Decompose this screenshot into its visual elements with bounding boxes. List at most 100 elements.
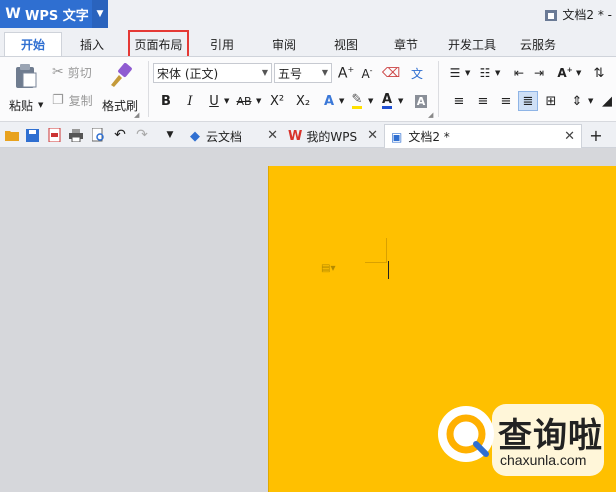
font-color-button[interactable]: A	[378, 92, 396, 110]
align-left-button[interactable]: ≡	[450, 92, 468, 110]
italic-button[interactable]: I	[181, 92, 199, 110]
shading-button[interactable]: ◢	[598, 92, 616, 110]
save-icon[interactable]	[24, 127, 40, 143]
indent-icon: ⇥	[533, 66, 545, 80]
grow-font-button[interactable]: A+	[337, 64, 355, 82]
expand-dialog-icon[interactable]: ◢	[428, 111, 433, 119]
wps-logo-icon: W	[5, 6, 21, 22]
open-folder-icon[interactable]	[4, 127, 20, 143]
expand-dialog-icon[interactable]: ◢	[134, 111, 139, 119]
print-icon[interactable]	[68, 127, 84, 143]
tab-insert[interactable]: 插入	[70, 32, 114, 56]
chevron-down-icon: ▼	[321, 68, 328, 77]
chevron-down-icon[interactable]: ▼	[256, 97, 261, 105]
redo-icon[interactable]: ↷	[134, 127, 150, 143]
chevron-down-icon[interactable]: ▼	[92, 0, 108, 28]
tab-view[interactable]: 视图	[324, 32, 368, 56]
highlight-button[interactable]: ✎	[348, 92, 366, 110]
superscript-button[interactable]: X²	[266, 92, 288, 110]
clear-format-button[interactable]: ⌫	[382, 64, 400, 82]
bullet-list-icon: ☰	[449, 66, 461, 80]
margin-mark	[386, 238, 387, 263]
close-icon[interactable]: ✕	[564, 129, 575, 144]
paragraph-mark-icon: ⇅	[593, 65, 605, 81]
wps-logo-icon: W	[288, 128, 303, 144]
document-title: 文档2 * -	[544, 6, 612, 23]
document-title-text: 文档2 * -	[562, 8, 612, 22]
text-cursor	[388, 261, 389, 279]
chevron-down-icon[interactable]: ▼	[588, 97, 593, 105]
increase-indent-button[interactable]: ⇥	[530, 64, 548, 82]
justify-button[interactable]: ≣	[518, 91, 538, 111]
copy-icon: ❐	[52, 92, 64, 108]
paste-button[interactable]: 粘贴 ▼	[6, 61, 46, 117]
new-tab-icon[interactable]: +	[588, 126, 604, 145]
divider	[438, 61, 439, 117]
app-menu-button[interactable]: W WPS 文字 ▼	[0, 0, 108, 28]
italic-icon: I	[187, 93, 193, 109]
close-icon[interactable]: ✕	[367, 128, 378, 143]
chevron-down-icon[interactable]: ▼	[495, 69, 500, 77]
underline-icon: U	[209, 93, 219, 109]
doc-tab-label: 我的WPS	[306, 129, 358, 144]
text-effect-icon: A	[323, 93, 335, 109]
bold-icon: B	[161, 93, 171, 109]
highlighter-icon: ✎	[351, 92, 363, 109]
shrink-font-button[interactable]: A-	[358, 64, 376, 82]
line-spacing-icon: ⇕	[571, 93, 583, 109]
chevron-down-icon[interactable]: ▼	[339, 97, 344, 105]
tab-page-layout[interactable]: 页面布局	[128, 30, 189, 58]
paste-options-icon[interactable]: ▤▾	[321, 263, 343, 275]
numbering-button[interactable]: ☷	[476, 64, 494, 82]
distribute-icon: ⊞	[545, 93, 557, 109]
doc-tab[interactable]: ◆ 云文档 ✕	[184, 124, 284, 148]
bullets-button[interactable]: ☰	[446, 64, 464, 82]
tab-chapter[interactable]: 章节	[384, 32, 428, 56]
chevron-down-icon: ▼	[261, 68, 268, 77]
phonetic-button[interactable]: 文	[408, 64, 426, 82]
font-size-select[interactable]: 五号 ▼	[274, 63, 332, 83]
tab-references[interactable]: 引用	[200, 32, 244, 56]
export-pdf-icon[interactable]	[46, 127, 62, 143]
strikethrough-button[interactable]: AB	[233, 92, 255, 110]
watermark-url: chaxunla.com	[500, 452, 587, 468]
distribute-button[interactable]: ⊞	[542, 92, 560, 110]
scissors-icon: ✂	[52, 64, 64, 80]
doc-tab[interactable]: W 我的WPS ✕	[284, 124, 384, 148]
line-spacing-button[interactable]: ⇕	[568, 92, 586, 110]
app-title: WPS 文字	[25, 8, 89, 24]
cut-button[interactable]: ✂ 剪切	[52, 63, 92, 81]
copy-button[interactable]: ❐ 复制	[52, 91, 93, 109]
subscript-button[interactable]: X₂	[292, 92, 314, 110]
text-effect-button[interactable]: A	[320, 92, 338, 110]
chinese-layout-button[interactable]: A+	[556, 64, 574, 82]
char-shading-button[interactable]: A	[412, 92, 430, 110]
doc-tab-active[interactable]: ▣ 文档2 * ✕	[384, 124, 582, 148]
tab-cloud[interactable]: 云服务	[512, 32, 564, 56]
align-center-button[interactable]: ≡	[474, 92, 492, 110]
font-size-value: 五号	[278, 66, 303, 81]
tab-developer[interactable]: 开发工具	[442, 32, 502, 56]
chevron-down-icon[interactable]: ▼	[576, 69, 581, 77]
char-shading-icon: A	[414, 94, 428, 108]
customize-toolbar-icon[interactable]: ▼	[162, 127, 178, 143]
underline-button[interactable]: U	[205, 92, 223, 110]
undo-icon[interactable]: ↶	[112, 127, 128, 143]
align-right-button[interactable]: ≡	[497, 92, 515, 110]
tab-review[interactable]: 审阅	[262, 32, 306, 56]
brush-icon	[111, 63, 132, 87]
close-icon[interactable]: ✕	[267, 128, 278, 143]
decrease-indent-button[interactable]: ⇤	[510, 64, 528, 82]
cut-label: 剪切	[67, 65, 92, 80]
chevron-down-icon[interactable]: ▼	[465, 69, 470, 77]
chevron-down-icon[interactable]: ▼	[224, 97, 229, 105]
chevron-down-icon[interactable]: ▼	[368, 97, 373, 105]
chevron-down-icon[interactable]: ▼	[398, 97, 403, 105]
format-painter-button[interactable]: 格式刷	[100, 61, 140, 117]
tab-home[interactable]: 开始	[4, 32, 62, 56]
font-name-value: 宋体 (正文)	[157, 66, 219, 81]
bold-button[interactable]: B	[157, 92, 175, 110]
print-preview-icon[interactable]	[90, 127, 106, 143]
show-marks-button[interactable]: ⇅	[590, 64, 608, 82]
font-name-select[interactable]: 宋体 (正文) ▼	[153, 63, 272, 83]
